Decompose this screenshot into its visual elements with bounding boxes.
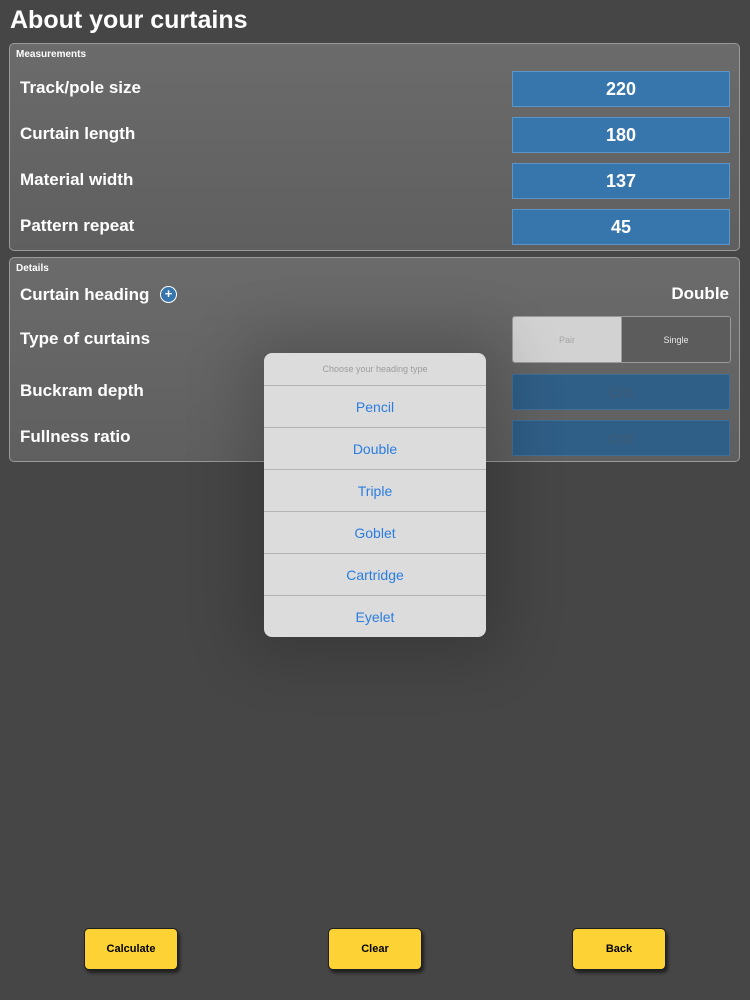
fullness-ratio-label: Fullness ratio <box>20 427 131 446</box>
page-title: About your curtains <box>10 6 248 34</box>
buckram-depth-label: Buckram depth <box>20 381 144 400</box>
pattern-repeat-input[interactable] <box>512 209 730 245</box>
segment-single[interactable]: Single <box>621 317 730 362</box>
heading-type-picker: Choose your heading type Pencil Double T… <box>264 353 486 637</box>
curtain-type-segmented-control: Pair Single <box>512 316 731 363</box>
picker-option-eyelet[interactable]: Eyelet <box>264 596 486 637</box>
back-button[interactable]: Back <box>572 928 666 970</box>
picker-option-double[interactable]: Double <box>264 428 486 470</box>
material-width-label: Material width <box>20 170 134 189</box>
picker-option-goblet[interactable]: Goblet <box>264 512 486 554</box>
track-pole-size-label: Track/pole size <box>20 78 141 97</box>
buckram-depth-input[interactable] <box>512 374 730 410</box>
details-heading: Details <box>16 263 49 274</box>
material-width-input[interactable] <box>512 163 730 199</box>
picker-option-pencil[interactable]: Pencil <box>264 386 486 428</box>
clear-button[interactable]: Clear <box>328 928 422 970</box>
pattern-repeat-label: Pattern repeat <box>20 216 135 235</box>
measurements-heading: Measurements <box>16 49 87 60</box>
segment-pair[interactable]: Pair <box>513 317 621 362</box>
picker-title: Choose your heading type <box>264 353 486 386</box>
calculate-button[interactable]: Calculate <box>84 928 178 970</box>
fullness-ratio-input[interactable] <box>512 420 730 456</box>
plus-circle-icon[interactable]: + <box>160 286 177 303</box>
picker-option-cartridge[interactable]: Cartridge <box>264 554 486 596</box>
curtain-length-input[interactable] <box>512 117 730 153</box>
curtain-length-label: Curtain length <box>20 124 136 143</box>
type-of-curtains-label: Type of curtains <box>20 329 151 348</box>
curtain-heading-value[interactable]: Double <box>671 284 729 304</box>
track-pole-size-input[interactable] <box>512 71 730 107</box>
curtain-heading-label: Curtain heading <box>20 285 150 304</box>
measurements-panel: Measurements Track/pole size Curtain len… <box>9 43 740 251</box>
picker-option-triple[interactable]: Triple <box>264 470 486 512</box>
